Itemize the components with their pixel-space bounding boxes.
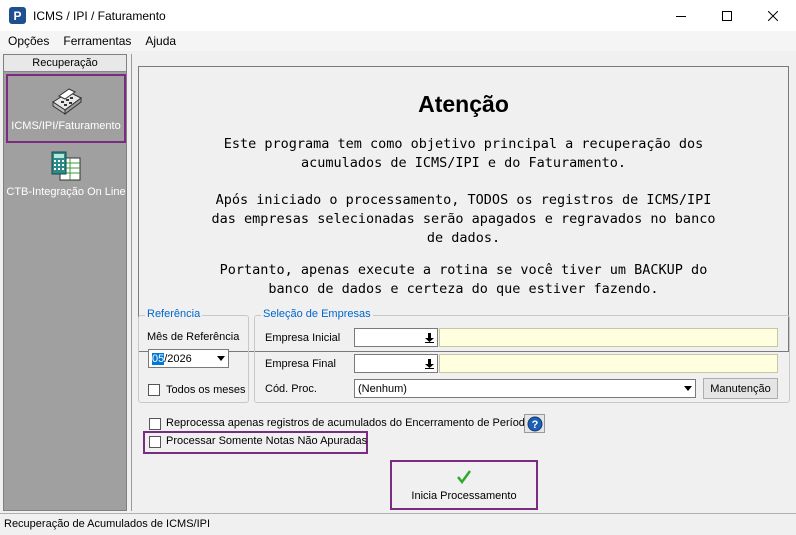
help-icon: ? — [527, 416, 542, 431]
todos-os-meses-label: Todos os meses — [166, 384, 246, 396]
empresa-inicial-lookup[interactable] — [422, 329, 437, 346]
cod-proc-dropdown[interactable] — [680, 380, 695, 397]
maximize-button[interactable] — [704, 0, 750, 31]
minimize-button[interactable] — [658, 0, 704, 31]
empresa-final-field[interactable] — [354, 354, 438, 373]
sidebar: Recuperação ICMS/IPI/Faturamento CTB-Int… — [3, 54, 127, 511]
empresa-inicial-name — [439, 328, 778, 347]
notice-title: Atenção — [418, 91, 509, 117]
main-content: Atenção Este programa tem como objetivo … — [131, 54, 795, 511]
status-bar: Recuperação de Acumulados de ICMS/IPI — [0, 513, 796, 535]
selecao-empresas-legend: Seleção de Empresas — [261, 308, 373, 320]
reprocessa-checkbox[interactable] — [149, 418, 161, 430]
mes-referencia-label: Mês de Referência — [147, 331, 240, 343]
sidebar-header[interactable]: Recuperação — [4, 55, 126, 72]
cod-proc-label: Cód. Proc. — [265, 383, 317, 395]
empresa-final-lookup[interactable] — [422, 355, 437, 372]
empresa-inicial-field[interactable] — [354, 328, 438, 347]
cod-proc-select[interactable]: (Nenhum) — [354, 379, 696, 398]
referencia-group: Referência Mês de Referência 05/2026 Tod… — [138, 308, 249, 403]
notice-paragraph-1: Este programa tem como objetivo principa… — [223, 136, 704, 171]
notice-paragraph-3: Portanto, apenas execute a rotina se voc… — [219, 262, 708, 297]
help-button[interactable]: ? — [524, 414, 545, 433]
mes-referencia-month: 05 — [152, 352, 165, 365]
mes-referencia-field[interactable]: 05/2026 — [148, 349, 229, 368]
cod-proc-value: (Nenhum) — [358, 382, 407, 395]
inicia-processamento-button[interactable]: Inicia Processamento — [394, 464, 534, 506]
title-bar: P ICMS / IPI / Faturamento — [0, 0, 796, 31]
arrow-down-icon — [425, 358, 434, 369]
menu-opcoes[interactable]: Opções — [0, 34, 56, 48]
sidebar-item-ctb-integracao[interactable]: CTB-Integração On Line — [6, 150, 126, 210]
referencia-legend: Referência — [145, 308, 203, 320]
mes-referencia-dropdown[interactable] — [213, 350, 228, 367]
sidebar-item-label: ICMS/IPI/Faturamento — [11, 120, 121, 132]
calculator-sheet-icon — [51, 151, 81, 181]
window-title: ICMS / IPI / Faturamento — [33, 8, 166, 23]
window-controls — [658, 0, 796, 31]
empresa-inicial-label: Empresa Inicial — [265, 332, 341, 344]
manutencao-button[interactable]: Manutenção — [703, 378, 778, 399]
empresa-final-label: Empresa Final — [265, 358, 336, 370]
close-button[interactable] — [750, 0, 796, 31]
notice-panel: Atenção Este programa tem como objetivo … — [138, 66, 789, 352]
cash-register-icon — [52, 88, 82, 115]
todos-os-meses-checkbox[interactable] — [148, 384, 160, 396]
sidebar-item-icms-ipi-faturamento[interactable]: ICMS/IPI/Faturamento — [6, 74, 126, 143]
menu-ajuda[interactable]: Ajuda — [138, 34, 183, 48]
checkmark-icon — [457, 469, 472, 484]
somente-notas-label: Processar Somente Notas Não Apuradas — [166, 435, 368, 447]
app-icon: P — [9, 7, 26, 24]
reprocessa-label: Reprocessa apenas registros de acumulado… — [166, 417, 532, 429]
chevron-down-icon — [216, 356, 225, 361]
empresa-final-name — [439, 354, 778, 373]
chevron-down-icon — [683, 386, 692, 391]
svg-text:?: ? — [531, 419, 538, 431]
mes-referencia-value: 05/2026 — [149, 352, 213, 365]
menu-ferramentas[interactable]: Ferramentas — [56, 34, 138, 48]
maximize-icon — [722, 10, 732, 21]
selecao-empresas-group: Seleção de Empresas Empresa Inicial Empr… — [254, 308, 790, 403]
minimize-icon — [676, 15, 686, 17]
sidebar-item-label: CTB-Integração On Line — [6, 186, 126, 198]
arrow-down-icon — [425, 332, 434, 343]
somente-notas-checkbox[interactable] — [149, 436, 161, 448]
mes-referencia-year: /2026 — [164, 352, 192, 365]
menu-bar: Opções Ferramentas Ajuda — [0, 31, 796, 51]
inicia-processamento-label: Inicia Processamento — [411, 489, 517, 502]
close-icon — [768, 10, 778, 21]
notice-paragraph-2: Após iniciado o processamento, TODOS os … — [211, 192, 716, 246]
